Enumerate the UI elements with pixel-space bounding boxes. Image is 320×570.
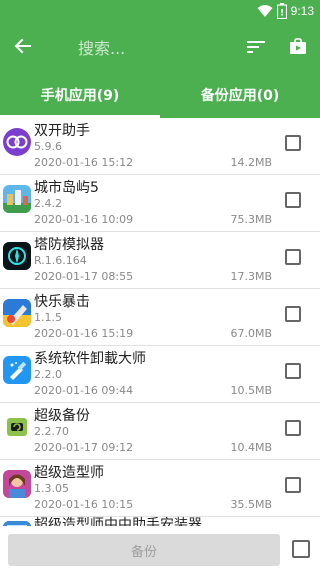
app-date: 2020-01-16 10:15 [34,498,134,511]
status-icons: ! 9:13 [257,3,314,19]
tab-bar: 手机应用(9) 备份应用(0) [0,72,320,118]
app-version: R.1.6.164 [34,254,87,267]
select-all-checkbox[interactable] [292,540,310,558]
app-size: 75.3MB [230,213,272,226]
tab-backup-apps[interactable]: 备份应用(0) [160,72,320,118]
app-name: 塔防模拟器 [34,237,104,253]
app-name: 超级造型师中中助手安装器 [34,517,202,526]
select-checkbox[interactable] [285,363,301,379]
tab-phone-apps[interactable]: 手机应用(9) [0,72,160,118]
app-date: 2020-01-17 08:55 [34,270,134,283]
app-version: 5.9.6 [34,140,62,153]
list-item[interactable]: 系统软件卸載大师 2.2.0 2020-01-16 09:44 10.5MB [0,346,320,403]
app-date: 2020-01-16 15:12 [34,156,134,169]
bottom-bar: 备份 [0,526,320,570]
sort-icon [247,39,265,58]
list-item[interactable]: 双开助手 5.9.6 2020-01-16 15:12 14.2MB [0,118,320,175]
list-item[interactable]: 快乐暴击 1.1.5 2020-01-16 15:19 67.0MB [0,289,320,346]
app-name: 城市岛屿5 [34,180,99,196]
uninstaller-icon [3,356,31,384]
backup-button[interactable]: 备份 [8,534,280,566]
app-size: 10.4MB [230,441,272,454]
app-name: 超级备份 [34,408,90,424]
search-input[interactable] [78,36,228,60]
app-version: 1.3.05 [34,482,69,495]
city-island-icon [3,185,31,213]
app-date: 2020-01-16 15:19 [34,327,134,340]
sort-button[interactable] [244,36,268,60]
list-item[interactable]: 城市岛屿5 2.4.2 2020-01-16 10:09 75.3MB [0,175,320,232]
list-item[interactable]: 超级造型师 1.3.05 2020-01-16 10:15 35.5MB [0,460,320,517]
app-version: 1.1.5 [34,311,62,324]
select-checkbox[interactable] [285,477,301,493]
app-name: 双开助手 [34,123,90,139]
select-checkbox[interactable] [285,420,301,436]
shopping-bag-icon [289,37,307,59]
app-size: 67.0MB [230,327,272,340]
select-checkbox[interactable] [285,192,301,208]
svg-text:!: ! [280,9,284,19]
app-size: 17.3MB [230,270,272,283]
app-version: 2.2.0 [34,368,62,381]
status-time: 9:13 [290,4,314,18]
app-size: 10.5MB [230,384,272,397]
app-date: 2020-01-16 09:44 [34,384,134,397]
tower-defense-icon [3,242,31,270]
app-date: 2020-01-16 10:09 [34,213,134,226]
list-item[interactable]: 超级造型师中中助手安装器 [0,517,320,526]
app-date: 2020-01-17 09:12 [34,441,134,454]
back-button[interactable] [8,34,38,62]
wifi-icon [257,4,273,18]
app-size: 14.2MB [230,156,272,169]
app-toolbar [0,24,320,72]
super-backup-icon [3,413,31,441]
select-checkbox[interactable] [285,249,301,265]
app-size: 35.5MB [230,498,272,511]
app-name: 系统软件卸載大师 [34,351,146,367]
arrow-back-icon [14,37,32,59]
select-checkbox[interactable] [285,306,301,322]
app-version: 2.2.70 [34,425,69,438]
battery-icon: ! [276,3,287,19]
list-item[interactable]: 塔防模拟器 R.1.6.164 2020-01-17 08:55 17.3MB [0,232,320,289]
stylist-icon [3,470,31,498]
select-checkbox[interactable] [285,135,301,151]
app-version: 2.4.2 [34,197,62,210]
app-name: 快乐暴击 [34,294,90,310]
app-list[interactable]: 双开助手 5.9.6 2020-01-16 15:12 14.2MB 城市岛屿5… [0,118,320,526]
status-bar: ! 9:13 [0,0,320,24]
store-button[interactable] [286,36,310,60]
happy-crit-icon [3,299,31,327]
app-name: 超级造型师 [34,465,104,481]
list-item[interactable]: 超级备份 2.2.70 2020-01-17 09:12 10.4MB [0,403,320,460]
dual-app-icon [3,128,31,156]
